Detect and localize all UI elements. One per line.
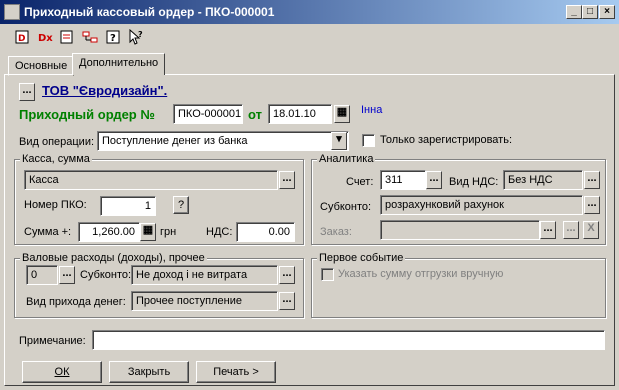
minimize-icon[interactable]: _ xyxy=(566,5,582,19)
print-button-label: Печать > xyxy=(213,366,259,378)
kassa-field[interactable]: Касса xyxy=(24,170,278,190)
window-title: Приходный кассовый ордер - ПКО-000001 xyxy=(24,5,275,19)
order-label: Приходный ордер № xyxy=(19,107,155,122)
close-icon[interactable]: × xyxy=(599,5,615,19)
valovye-code-field[interactable]: 0 xyxy=(26,265,58,285)
analytics-group-title: Аналитика xyxy=(317,153,376,165)
org-select-button[interactable]: ... xyxy=(19,83,35,101)
app-icon xyxy=(4,4,20,20)
close-button[interactable]: Закрыть xyxy=(109,361,189,383)
date-field[interactable]: 18.01.10 xyxy=(268,104,332,124)
pko-field[interactable]: 1 xyxy=(100,196,156,216)
note-field[interactable] xyxy=(92,330,605,350)
only-register-checkbox[interactable] xyxy=(362,134,375,147)
document-icon[interactable] xyxy=(57,29,77,49)
svg-text:?: ? xyxy=(110,33,116,44)
vid-nds-select-button[interactable]: ... xyxy=(584,171,600,189)
currency-label: грн xyxy=(160,226,177,238)
valovye-subkonto-field[interactable]: Не доход і не витрата xyxy=(131,265,278,285)
maximize-icon[interactable]: □ xyxy=(582,5,598,19)
zakaz-field[interactable] xyxy=(380,220,540,240)
valovye-code-select-button[interactable]: ... xyxy=(59,266,75,284)
svg-text:D: D xyxy=(18,34,25,44)
svg-text:?: ? xyxy=(138,30,143,39)
subkonto-field[interactable]: розрахунковий рахунок xyxy=(380,195,583,215)
vid-prihoda-select-button[interactable]: ... xyxy=(279,292,295,310)
chevron-down-icon[interactable]: ▾ xyxy=(331,132,347,150)
manual-shipment-label: Указать сумму отгрузки вручную xyxy=(338,268,504,280)
schet-field[interactable]: 311 xyxy=(380,170,426,190)
ok-button-label: ОК xyxy=(54,366,70,378)
kassa-select-button[interactable]: ... xyxy=(279,171,295,189)
title-bar: Приходный кассовый ордер - ПКО-000001 _ … xyxy=(0,0,619,24)
sum-field[interactable]: 1,260.00 xyxy=(78,222,140,242)
calendar-icon[interactable]: ▦ xyxy=(334,105,350,123)
ok-button[interactable]: ОК xyxy=(22,361,102,383)
pointer-help-icon[interactable]: ? xyxy=(126,28,146,49)
zakaz-label: Заказ: xyxy=(320,226,352,238)
pko-help-button[interactable]: ? xyxy=(173,196,189,214)
zakaz-open-button[interactable]: ... xyxy=(563,221,579,239)
svg-text:Dx: Dx xyxy=(38,33,53,44)
order-number-field[interactable]: ПКО-000001 xyxy=(173,104,243,124)
sum-label: Сумма +: xyxy=(24,226,72,238)
vid-nds-label: Вид НДС: xyxy=(449,176,499,188)
pko-label: Номер ПКО: xyxy=(24,199,87,211)
nds-field[interactable]: 0.00 xyxy=(236,222,295,242)
kassa-group-title: Касса, сумма xyxy=(20,153,92,165)
schet-select-button[interactable]: ... xyxy=(426,171,442,189)
zakaz-clear-icon[interactable]: X xyxy=(583,221,599,239)
help-icon[interactable]: ? xyxy=(103,29,123,49)
tab-dopolnitelno[interactable]: Дополнительно xyxy=(72,53,166,75)
valovye-subkonto-label: Субконто: xyxy=(80,269,132,281)
note-label: Примечание: xyxy=(19,335,86,347)
vid-prihoda-label: Вид прихода денег: xyxy=(26,296,126,308)
first-event-group-title: Первое событие xyxy=(317,252,406,264)
org-link[interactable]: ТОВ "Євродизайн". xyxy=(42,83,167,98)
valovye-subkonto-select-button[interactable]: ... xyxy=(279,266,295,284)
tab-osnovnye[interactable]: Основные xyxy=(8,56,75,76)
structure-icon[interactable] xyxy=(80,29,100,49)
zakaz-select-button[interactable]: ... xyxy=(540,221,556,239)
subkonto-select-button[interactable]: ... xyxy=(584,196,600,214)
first-event-group xyxy=(311,258,606,318)
user-name: Інна xyxy=(361,104,383,116)
print-button[interactable]: Печать > xyxy=(196,361,276,383)
operation-select[interactable]: Поступление денег из банка xyxy=(97,131,349,151)
schet-label: Счет: xyxy=(346,176,374,188)
only-register-label: Только зарегистрировать: xyxy=(380,134,513,146)
operation-label: Вид операции: xyxy=(19,136,95,148)
dt-kt-red-icon[interactable]: Dx xyxy=(35,29,55,49)
subkonto-label: Субконто: xyxy=(320,201,372,213)
dt-kt-icon[interactable]: D xyxy=(13,29,33,49)
manual-shipment-checkbox[interactable] xyxy=(321,268,334,281)
vid-nds-field[interactable]: Без НДС xyxy=(503,170,583,190)
valovye-group-title: Валовые расходы (доходы), прочее xyxy=(20,252,207,264)
nds-label: НДС: xyxy=(206,226,233,238)
vid-prihoda-field[interactable]: Прочее поступление xyxy=(131,291,278,311)
close-button-label: Закрыть xyxy=(127,366,171,378)
date-label: от xyxy=(248,107,262,122)
calculator-icon[interactable]: ▦ xyxy=(140,223,156,241)
